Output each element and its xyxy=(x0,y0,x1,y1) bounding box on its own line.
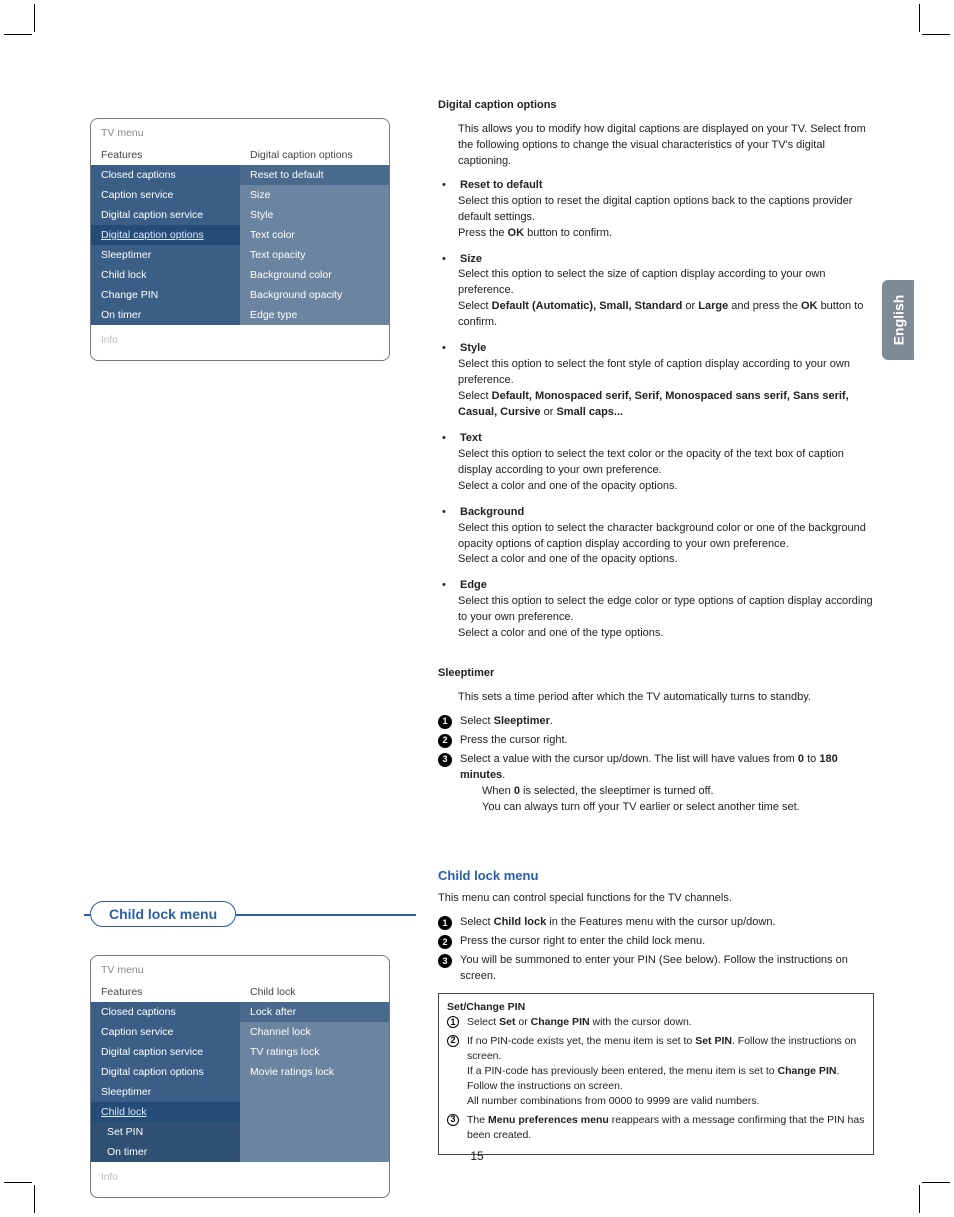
step-number-icon: 3 xyxy=(438,954,452,968)
menu-item[interactable]: Caption service xyxy=(91,185,240,205)
menu-card-digital-caption: TV menu Features Closed captions Caption… xyxy=(90,118,390,361)
menu-card-title: TV menu xyxy=(91,119,389,145)
submenu-item[interactable]: TV ratings lock xyxy=(240,1042,389,1062)
menu-item[interactable]: Digital caption options xyxy=(91,1062,240,1082)
heading: Digital caption options xyxy=(438,99,557,111)
bullet-icon: • xyxy=(442,178,452,194)
menu-item-selected[interactable]: Child lock xyxy=(91,1102,240,1122)
bullet-icon: • xyxy=(442,505,452,521)
menu-item[interactable]: Digital caption service xyxy=(91,205,240,225)
menu-item[interactable]: Change PIN xyxy=(91,285,240,305)
paragraph: This sets a time period after which the … xyxy=(438,690,874,706)
section-heading-pill: Child lock menu xyxy=(90,901,236,927)
menu-info-label: Info xyxy=(91,325,389,360)
menu-info-label: Info xyxy=(91,1162,389,1197)
paragraph: Select this option to select the charact… xyxy=(438,521,874,569)
bullet-title: Reset to default xyxy=(460,178,543,194)
step-number-icon: 1 xyxy=(438,715,452,729)
submenu-item[interactable]: Text opacity xyxy=(240,245,389,265)
submenu-item[interactable] xyxy=(240,1102,389,1122)
menu-card-title: TV menu xyxy=(91,956,389,982)
menu-item[interactable]: Closed captions xyxy=(91,1002,240,1022)
step-text: Select a value with the cursor up/down. … xyxy=(460,752,874,816)
menu-item[interactable]: On timer xyxy=(91,305,240,325)
step-number-icon: 3 xyxy=(447,1114,459,1126)
info-box: Set/Change PIN 1 Select Set or Change PIN… xyxy=(438,993,874,1155)
step-text: Select Sleeptimer. xyxy=(460,714,553,730)
bullet-icon: • xyxy=(442,431,452,447)
step-text: Press the cursor right. xyxy=(460,733,568,749)
step-text: You will be summoned to enter your PIN (… xyxy=(460,953,874,985)
submenu-item[interactable]: Style xyxy=(240,205,389,225)
menu-col-b-header: Digital caption options xyxy=(240,145,389,165)
submenu-item[interactable] xyxy=(240,1082,389,1102)
section-heading: Child lock menu xyxy=(438,867,874,886)
page-number: 15 xyxy=(0,1149,954,1163)
bullet-icon: • xyxy=(442,341,452,357)
submenu-item[interactable]: Background opacity xyxy=(240,285,389,305)
bullet-title: Text xyxy=(460,431,482,447)
paragraph: This menu can control special functions … xyxy=(438,891,874,907)
language-tab: English xyxy=(882,280,914,360)
step-number-icon: 2 xyxy=(438,935,452,949)
step-number-icon: 3 xyxy=(438,753,452,767)
box-heading: Set/Change PIN xyxy=(447,1000,865,1015)
step-text: If no PIN-code exists yet, the menu item… xyxy=(467,1034,865,1110)
submenu-item[interactable]: Background color xyxy=(240,265,389,285)
menu-item[interactable]: Closed captions xyxy=(91,165,240,185)
step-text: Select Child lock in the Features menu w… xyxy=(460,915,776,931)
menu-item[interactable]: Sleeptimer xyxy=(91,245,240,265)
menu-item[interactable]: Child lock xyxy=(91,265,240,285)
step-number-icon: 1 xyxy=(438,916,452,930)
menu-col-a-header: Features xyxy=(91,145,240,165)
submenu-item[interactable]: Text color xyxy=(240,225,389,245)
submenu-item[interactable]: Movie ratings lock xyxy=(240,1062,389,1082)
decorative-line xyxy=(236,914,416,916)
menu-col-b-header: Child lock xyxy=(240,982,389,1002)
bullet-title: Edge xyxy=(460,578,487,594)
step-text: Press the cursor right to enter the chil… xyxy=(460,934,705,950)
submenu-item[interactable]: Size xyxy=(240,185,389,205)
body-text: Digital caption options This allows you … xyxy=(438,98,874,1155)
submenu-item[interactable]: Lock after xyxy=(240,1002,389,1022)
bullet-icon: • xyxy=(442,252,452,268)
paragraph: Select this option to select the size of… xyxy=(438,267,874,331)
bullet-title: Style xyxy=(460,341,486,357)
submenu-item[interactable]: Channel lock xyxy=(240,1022,389,1042)
heading: Sleeptimer xyxy=(438,667,494,679)
bullet-icon: • xyxy=(442,578,452,594)
paragraph: This allows you to modify how digital ca… xyxy=(438,122,874,170)
menu-col-a-header: Features xyxy=(91,982,240,1002)
submenu-item[interactable] xyxy=(240,1122,389,1142)
step-number-icon: 2 xyxy=(438,734,452,748)
bullet-title: Size xyxy=(460,252,482,268)
language-tab-label: English xyxy=(890,295,906,346)
menu-item[interactable]: Set PIN xyxy=(91,1122,240,1142)
paragraph: Select this option to select the text co… xyxy=(438,447,874,495)
paragraph: Select this option to select the edge co… xyxy=(438,594,874,642)
step-text: Select Set or Change PIN with the cursor… xyxy=(467,1015,692,1030)
bullet-title: Background xyxy=(460,505,524,521)
menu-item[interactable]: Sleeptimer xyxy=(91,1082,240,1102)
step-text: The Menu preferences menu reappears with… xyxy=(467,1113,865,1143)
submenu-item[interactable]: Reset to default xyxy=(240,165,389,185)
paragraph: Select this option to select the font st… xyxy=(438,357,874,421)
step-number-icon: 1 xyxy=(447,1016,459,1028)
menu-item-selected[interactable]: Digital caption options xyxy=(91,225,240,245)
submenu-item[interactable]: Edge type xyxy=(240,305,389,325)
paragraph: Select this option to reset the digital … xyxy=(438,194,874,242)
menu-item[interactable]: Caption service xyxy=(91,1022,240,1042)
step-number-icon: 2 xyxy=(447,1035,459,1047)
menu-item[interactable]: Digital caption service xyxy=(91,1042,240,1062)
